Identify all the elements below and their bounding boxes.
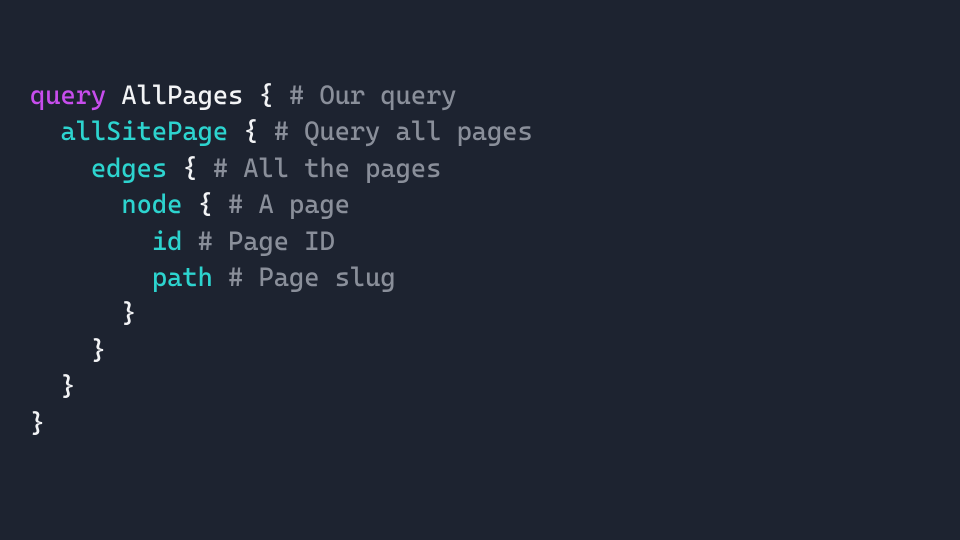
comment-token: # Page ID	[198, 227, 335, 257]
comment-token: # Query all pages	[274, 117, 533, 147]
comment-token: # Page slug	[228, 263, 396, 293]
space-token	[106, 81, 121, 111]
brace-token: {	[259, 81, 274, 111]
code-line: }	[30, 333, 930, 369]
field-token: path	[152, 263, 213, 293]
graphql-code-block: query AllPages { # Our query allSitePage…	[0, 0, 960, 442]
space-token	[182, 227, 197, 257]
field-token: edges	[91, 154, 167, 184]
comment-token: # All the pages	[213, 154, 442, 184]
brace-token: }	[60, 372, 75, 402]
code-line: allSitePage { # Query all pages	[30, 114, 930, 150]
field-token: node	[121, 190, 182, 220]
code-line: node { # A page	[30, 187, 930, 223]
brace-token: }	[91, 336, 106, 366]
space-token	[213, 190, 228, 220]
space-token	[213, 263, 228, 293]
comment-token: # Our query	[289, 81, 457, 111]
code-line: query AllPages { # Our query	[30, 78, 930, 114]
space-token	[198, 154, 213, 184]
space-token	[167, 154, 182, 184]
code-line: edges { # All the pages	[30, 151, 930, 187]
space-token	[274, 81, 289, 111]
code-line: id # Page ID	[30, 224, 930, 260]
brace-token: {	[182, 154, 197, 184]
code-line: }	[30, 296, 930, 332]
field-token: id	[152, 227, 182, 257]
brace-token: {	[198, 190, 213, 220]
kw-token: query	[30, 81, 106, 111]
space-token	[182, 190, 197, 220]
code-line: }	[30, 369, 930, 405]
brace-token: {	[243, 117, 258, 147]
comment-token: # A page	[228, 190, 350, 220]
code-line: path # Page slug	[30, 260, 930, 296]
code-line: }	[30, 406, 930, 442]
brace-token: }	[121, 299, 136, 329]
space-token	[228, 117, 243, 147]
field-token: allSitePage	[60, 117, 228, 147]
name-token: AllPages	[121, 81, 243, 111]
space-token	[243, 81, 258, 111]
space-token	[259, 117, 274, 147]
brace-token: }	[30, 409, 45, 439]
